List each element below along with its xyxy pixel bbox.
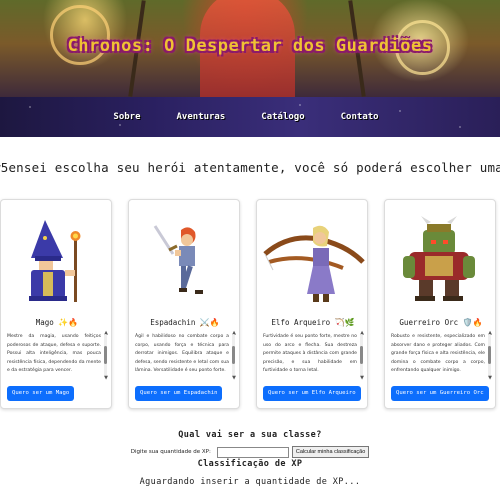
scrollbar-thumb[interactable]	[360, 346, 363, 364]
nav-link-aventuras[interactable]: Aventuras	[163, 112, 240, 122]
choose-mago-button[interactable]: Quero ser um Mago	[7, 386, 75, 401]
xp-label: Digite sua quantidade de XP:	[130, 449, 211, 455]
orc-warrior-sprite	[403, 216, 475, 301]
classification-title: Classificação de XP	[197, 459, 303, 469]
card-mago: Mago ✨🔥 Mestre da magia, usando feitiços…	[0, 199, 112, 409]
scrollbar-thumb[interactable]	[232, 346, 235, 364]
classification-status: Aguardando inserir a quantidade de XP...	[139, 477, 361, 487]
card-espadachin: Espadachin ⚔️🔥 Ágil e habilidoso no comb…	[128, 199, 240, 409]
choose-guerreiro-orc-button[interactable]: Quero ser um Guerreiro Orc	[391, 386, 489, 401]
scroll-down-icon[interactable]: ▼	[232, 375, 236, 381]
magic-ring-left	[50, 5, 110, 65]
card-name: Espadachin	[150, 318, 196, 327]
card-emoji-icons: ✨🔥	[58, 318, 79, 327]
card-description[interactable]: Mestre da magia, usando feitiços poderos…	[7, 333, 107, 379]
nav-link-sobre[interactable]: Sobre	[99, 112, 154, 122]
card-description[interactable]: Ágil e habilidoso no combate corpo a cor…	[135, 333, 235, 379]
hero-cards: Mago ✨🔥 Mestre da magia, usando feitiços…	[0, 199, 500, 409]
card-description[interactable]: Furtividade é seu ponto forte, mestre no…	[263, 333, 363, 379]
card-name: Mago	[35, 318, 54, 327]
scroll-down-icon[interactable]: ▼	[360, 375, 364, 381]
card-name: Elfo Arqueiro	[271, 318, 331, 327]
card-elfo-arqueiro: Elfo Arqueiro 🏹🌿 Furtividade é seu ponto…	[256, 199, 368, 409]
intro-text: w5ensei escolha seu herói atentamente, v…	[0, 160, 500, 175]
card-emoji-icons: 🛡️🔥	[462, 318, 483, 327]
nav-link-catalogo[interactable]: Catálogo	[247, 112, 318, 122]
scrollbar-thumb[interactable]	[488, 346, 491, 364]
main-nav: Sobre Aventuras Catálogo Contato	[0, 97, 500, 137]
xp-input[interactable]	[216, 446, 289, 458]
page-title: Chronos: O Despertar dos Guardiões	[67, 36, 433, 56]
swordsman-sprite	[153, 225, 203, 294]
scroll-down-icon[interactable]: ▼	[488, 375, 492, 381]
nav-link-contato[interactable]: Contato	[327, 112, 393, 122]
card-emoji-icons: ⚔️🔥	[199, 318, 220, 327]
choose-espadachin-button[interactable]: Quero ser um Espadachin	[135, 386, 223, 401]
scrollbar-thumb[interactable]	[104, 346, 107, 364]
card-name: Guerreiro Orc	[399, 318, 459, 327]
card-title: Espadachin ⚔️🔥	[129, 318, 241, 327]
card-description[interactable]: Robusto e resistente, especializado em a…	[391, 333, 491, 379]
card-title: Guerreiro Orc 🛡️🔥	[385, 318, 497, 327]
choose-elfo-arqueiro-button[interactable]: Quero ser um Elfo Arqueiro	[263, 386, 361, 401]
card-guerreiro-orc: Guerreiro Orc 🛡️🔥 Robusto e resistente, …	[384, 199, 496, 409]
scroll-down-icon[interactable]: ▼	[104, 375, 108, 381]
xp-form: Digite sua quantidade de XP: Calcular mi…	[0, 446, 500, 458]
card-emoji-icons: 🏹🌿	[334, 318, 355, 327]
card-title: Mago ✨🔥	[1, 318, 113, 327]
wizard-sprite	[29, 220, 81, 302]
class-question: Qual vai ser a sua classe?	[178, 430, 322, 440]
hero-banner: Chronos: O Despertar dos Guardiões	[0, 0, 500, 97]
calculate-button[interactable]: Calcular minha classificação	[291, 446, 370, 458]
elf-archer-sprite	[263, 225, 365, 302]
card-title: Elfo Arqueiro 🏹🌿	[257, 318, 369, 327]
